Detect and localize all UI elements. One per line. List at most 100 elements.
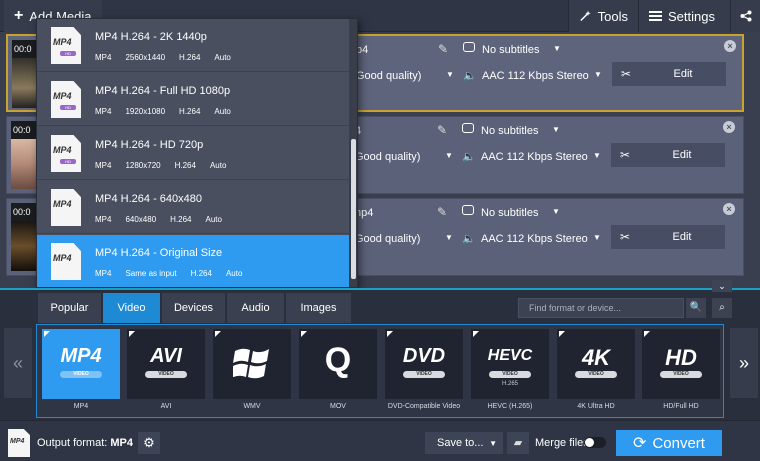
merge-files-label: Merge files bbox=[535, 437, 589, 449]
convert-label: Convert bbox=[652, 434, 705, 452]
chevron-down-icon[interactable]: ▼ bbox=[445, 151, 453, 160]
chevron-down-icon[interactable]: ▼ bbox=[445, 233, 453, 242]
settings-label: Settings bbox=[668, 8, 715, 24]
scrollbar-thumb[interactable] bbox=[351, 139, 356, 279]
format-label: HD/Full HD bbox=[663, 403, 699, 410]
gear-icon[interactable]: ⚙ bbox=[138, 432, 160, 454]
rename-icon[interactable]: ✎ bbox=[438, 42, 448, 56]
settings-button[interactable]: Settings bbox=[638, 0, 730, 32]
preset-item-selected[interactable]: MP4 MP4 H.264 - Original Size MP4 Same as… bbox=[37, 235, 349, 287]
preset-meta: MP4 1920x1080 H.264 Auto bbox=[95, 107, 231, 116]
preset-item[interactable]: MP4 MP4 H.264 - 640x480 MP4 640x480 H.264 A… bbox=[37, 181, 349, 234]
chevron-down-icon[interactable]: ▼ bbox=[553, 44, 561, 53]
preset-meta: MP4 1280x720 H.264 Auto bbox=[95, 161, 227, 170]
rename-icon[interactable]: ✎ bbox=[437, 205, 447, 219]
format-label: DVD-Compatible Video bbox=[387, 403, 461, 410]
format-tile-hd[interactable]: HD VIDEO bbox=[642, 329, 720, 399]
tab-devices[interactable]: Devices bbox=[162, 293, 226, 323]
audio-track-select[interactable]: AAC 112 Kbps Stereo bbox=[482, 70, 589, 82]
mp4-file-icon: MP4 bbox=[51, 243, 81, 280]
format-tile-dvd[interactable]: DVD VIDEO bbox=[385, 329, 463, 399]
tab-popular[interactable]: Popular bbox=[38, 293, 102, 323]
format-tile-mp4[interactable]: MP4 VIDEO bbox=[42, 329, 120, 399]
speaker-icon: 🔈 bbox=[462, 233, 476, 245]
subtitles-select[interactable]: No subtitles bbox=[481, 125, 538, 137]
tab-video[interactable]: Video bbox=[103, 293, 161, 323]
save-to-label: Save to... bbox=[437, 437, 484, 449]
collapse-chevron-icon[interactable]: ⌄ bbox=[712, 280, 732, 292]
mp4-file-icon: MP4 HD bbox=[51, 27, 81, 64]
chevron-down-icon[interactable]: ▼ bbox=[593, 233, 601, 242]
magic-wand-icon bbox=[580, 10, 591, 22]
duration-label: 00:0 bbox=[14, 44, 32, 54]
subtitles-icon bbox=[463, 42, 475, 52]
share-button[interactable] bbox=[730, 0, 760, 32]
preset-meta: MP4 Same as input H.264 Auto bbox=[95, 269, 243, 278]
chevron-down-icon[interactable]: ▼ bbox=[594, 70, 602, 79]
format-label: MP4 bbox=[73, 403, 89, 410]
scroll-right-arrow[interactable]: » bbox=[730, 328, 758, 398]
mp4-file-icon: MP4 HD bbox=[51, 135, 81, 172]
edit-label: Edit bbox=[672, 231, 692, 243]
format-tile-avi[interactable]: AVI VIDEO bbox=[127, 329, 205, 399]
tools-label: Tools bbox=[597, 8, 628, 24]
speaker-icon: 🔈 bbox=[462, 151, 476, 163]
preset-item[interactable]: MP4 HD MP4 H.264 - Full HD 1080p MP4 1920x… bbox=[37, 73, 349, 126]
save-to-button[interactable]: Save to... ▼ bbox=[425, 432, 503, 454]
device-search-icon[interactable]: ⌕ bbox=[712, 298, 732, 318]
edit-button[interactable]: ✂ Edit bbox=[611, 225, 725, 249]
duration-label: 00:0 bbox=[13, 125, 31, 135]
scissors-icon: ✂ bbox=[619, 148, 631, 162]
chevron-down-icon[interactable]: ▼ bbox=[552, 207, 560, 216]
format-search-input[interactable]: Find format or device... bbox=[518, 298, 684, 318]
format-grid: MP4 VIDEO MP4 AVI VIDEO AVI WMV Q MOV DV… bbox=[36, 324, 724, 418]
menu-icon bbox=[649, 11, 662, 21]
scissors-icon: ✂ bbox=[620, 67, 632, 81]
remove-file-icon[interactable]: × bbox=[723, 121, 735, 133]
subtitles-select[interactable]: No subtitles bbox=[481, 207, 538, 219]
chevron-down-icon[interactable]: ▼ bbox=[446, 70, 454, 79]
tab-audio[interactable]: Audio bbox=[227, 293, 285, 323]
format-tile-hevc[interactable]: HEVC VIDEO H.265 bbox=[471, 329, 549, 399]
format-tile-mov[interactable]: Q bbox=[299, 329, 377, 399]
edit-label: Edit bbox=[672, 149, 692, 161]
scissors-icon: ✂ bbox=[619, 230, 631, 244]
tab-images[interactable]: Images bbox=[286, 293, 352, 323]
format-label: WMV bbox=[243, 403, 261, 410]
edit-button[interactable]: ✂ Edit bbox=[612, 62, 726, 86]
remove-file-icon[interactable]: × bbox=[723, 203, 735, 215]
edit-button[interactable]: ✂ Edit bbox=[611, 143, 725, 167]
speaker-icon: 🔈 bbox=[463, 70, 477, 82]
audio-track-select[interactable]: AAC 112 Kbps Stereo bbox=[481, 233, 588, 245]
remove-file-icon[interactable]: × bbox=[724, 40, 736, 52]
chevron-down-icon[interactable]: ▼ bbox=[593, 151, 601, 160]
duration-label: 00:0 bbox=[13, 207, 31, 217]
convert-button[interactable]: ⟳ Convert bbox=[616, 430, 722, 456]
quality-select[interactable]: Good quality) bbox=[355, 233, 420, 245]
format-label: MOV bbox=[330, 403, 346, 410]
quality-select[interactable]: Good quality) bbox=[356, 70, 421, 82]
scroll-left-arrow[interactable]: « bbox=[4, 328, 32, 398]
dropdown-scrollbar[interactable] bbox=[349, 19, 357, 287]
preset-dropdown: MP4 HD MP4 H.264 - 2K 1440p MP4 2560x1440 H… bbox=[36, 18, 358, 288]
mp4-file-icon: MP4 bbox=[51, 189, 81, 226]
subtitles-icon bbox=[462, 123, 474, 133]
audio-track-select[interactable]: AAC 112 Kbps Stereo bbox=[481, 151, 588, 163]
quality-select[interactable]: Good quality) bbox=[355, 151, 420, 163]
format-label: HEVC (H.265) bbox=[487, 403, 533, 410]
format-tile-4k[interactable]: 4K VIDEO bbox=[557, 329, 635, 399]
edit-label: Edit bbox=[673, 68, 693, 80]
mp4-file-icon: MP4 HD bbox=[51, 81, 81, 118]
tools-button[interactable]: Tools bbox=[568, 0, 638, 32]
preset-item[interactable]: MP4 HD MP4 H.264 - HD 720p MP4 1280x720 H.2… bbox=[37, 127, 349, 180]
subtitles-select[interactable]: No subtitles bbox=[482, 44, 539, 56]
folder-icon[interactable]: ▰ bbox=[507, 432, 529, 454]
output-format-icon: MP4 bbox=[8, 429, 30, 457]
merge-files-toggle[interactable] bbox=[584, 437, 606, 448]
preset-item[interactable]: MP4 HD MP4 H.264 - 2K 1440p MP4 2560x1440 H… bbox=[37, 19, 349, 72]
search-icon[interactable]: 🔍 bbox=[686, 298, 706, 318]
chevron-down-icon[interactable]: ▼ bbox=[552, 125, 560, 134]
format-tile-wmv[interactable] bbox=[213, 329, 291, 399]
preset-title: MP4 H.264 - 2K 1440p bbox=[95, 31, 207, 43]
rename-icon[interactable]: ✎ bbox=[437, 123, 447, 137]
